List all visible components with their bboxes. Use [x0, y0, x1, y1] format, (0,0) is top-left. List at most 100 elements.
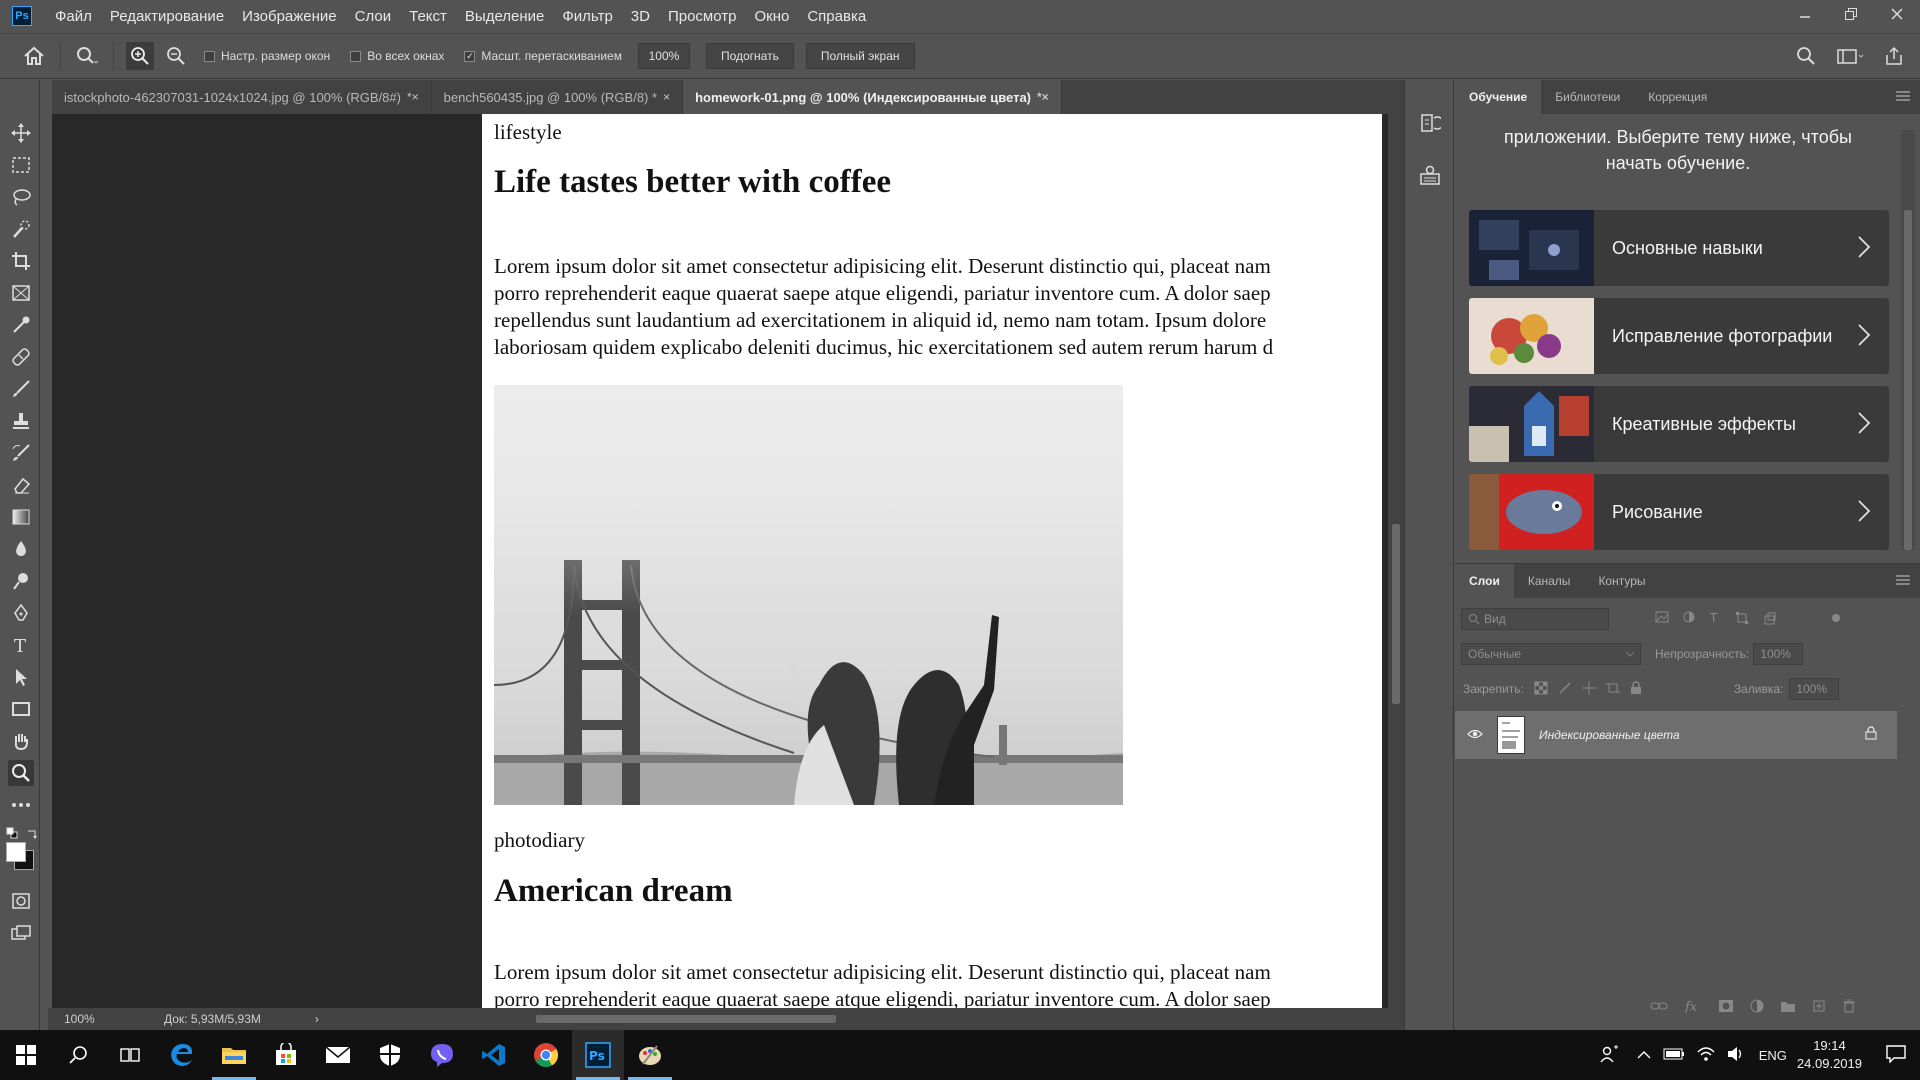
zoom-in-icon[interactable]	[126, 42, 154, 70]
search-icon[interactable]	[52, 1030, 104, 1080]
filter-pixel-icon[interactable]	[1655, 611, 1669, 628]
search-icon[interactable]	[1792, 42, 1820, 70]
document-canvas[interactable]: lifestyle Life tastes better with coffee…	[482, 114, 1382, 1008]
menu-window[interactable]: Окно	[745, 8, 798, 25]
visibility-eye-icon[interactable]	[1467, 726, 1483, 744]
scrollbar-thumb[interactable]	[536, 1015, 836, 1023]
lock-transparent-icon[interactable]	[1534, 681, 1548, 698]
swap-colors-icon[interactable]	[26, 826, 38, 844]
lock-pixels-icon[interactable]	[1558, 681, 1572, 698]
wifi-icon[interactable]	[1697, 1046, 1715, 1065]
blur-tool-icon[interactable]	[8, 536, 34, 562]
tab-channels[interactable]: Каналы	[1514, 564, 1585, 598]
tab-paths[interactable]: Контуры	[1584, 564, 1659, 598]
history-panel-icon[interactable]	[1419, 112, 1444, 139]
tab-close-icon[interactable]: ×	[663, 90, 670, 104]
tab-layers[interactable]: Слои	[1455, 564, 1514, 598]
clone-stamp-tool-icon[interactable]	[8, 408, 34, 434]
windows-start-icon[interactable]	[0, 1030, 52, 1080]
learn-panel-scrollbar[interactable]	[1901, 130, 1915, 550]
gradient-tool-icon[interactable]	[8, 504, 34, 530]
learn-card-basics[interactable]: Основные навыки	[1469, 210, 1889, 286]
history-brush-tool-icon[interactable]	[8, 440, 34, 466]
quick-mask-icon[interactable]	[8, 888, 34, 914]
file-explorer-icon[interactable]	[208, 1030, 260, 1080]
filter-type-icon[interactable]: T	[1709, 611, 1721, 628]
filter-shape-icon[interactable]	[1735, 611, 1749, 628]
workspace-icon[interactable]	[1836, 42, 1864, 70]
photoshop-logo-icon[interactable]: Ps	[12, 6, 32, 26]
canvas-area[interactable]: lifestyle Life tastes better with coffee…	[52, 114, 1388, 1008]
delete-layer-icon[interactable]	[1842, 999, 1856, 1018]
filter-adjustment-icon[interactable]	[1683, 611, 1695, 628]
type-tool-icon[interactable]: T	[8, 632, 34, 658]
zoom-value-field[interactable]: 100%	[637, 43, 690, 69]
marquee-tool-icon[interactable]	[8, 152, 34, 178]
path-selection-tool-icon[interactable]	[8, 664, 34, 690]
properties-panel-icon[interactable]	[1419, 164, 1441, 191]
clock[interactable]: 19:14 24.09.2019	[1797, 1037, 1862, 1073]
status-menu-arrow-icon[interactable]: ›	[315, 1012, 319, 1026]
fill-input[interactable]: 100%	[1789, 678, 1840, 700]
hand-tool-icon[interactable]	[8, 728, 34, 754]
fit-screen-button[interactable]: Подогнать	[705, 43, 794, 69]
all-windows-checkbox[interactable]: Во всех окнах	[350, 49, 444, 63]
crop-tool-icon[interactable]	[8, 248, 34, 274]
menu-image[interactable]: Изображение	[233, 8, 346, 25]
tab-homework[interactable]: homework-01.png @ 100% (Индексированные …	[683, 80, 1062, 114]
input-language[interactable]: ENG	[1759, 1048, 1787, 1063]
show-hidden-icons-icon[interactable]	[1637, 1048, 1651, 1063]
share-icon[interactable]	[1880, 42, 1908, 70]
adjustment-layer-icon[interactable]	[1750, 999, 1764, 1018]
lock-all-icon[interactable]	[1630, 680, 1642, 698]
foreground-color-swatch[interactable]	[6, 842, 26, 862]
menu-layers[interactable]: Слои	[346, 8, 400, 25]
people-icon[interactable]	[1599, 1044, 1619, 1067]
link-layers-icon[interactable]	[1650, 999, 1668, 1018]
add-mask-icon[interactable]	[1718, 999, 1734, 1018]
learn-card-photo-fix[interactable]: Исправление фотографии	[1469, 298, 1889, 374]
notifications-icon[interactable]	[1886, 1044, 1906, 1066]
scrollbar-thumb[interactable]	[1392, 524, 1400, 704]
restore-icon[interactable]	[1828, 0, 1874, 28]
close-icon[interactable]	[1874, 0, 1920, 28]
rectangle-tool-icon[interactable]	[8, 696, 34, 722]
menu-type[interactable]: Текст	[400, 8, 456, 25]
tab-istockphoto[interactable]: istockphoto-462307031-1024x1024.jpg @ 10…	[52, 80, 432, 114]
mail-icon[interactable]	[312, 1030, 364, 1080]
dodge-tool-icon[interactable]	[8, 568, 34, 594]
pen-tool-icon[interactable]	[8, 600, 34, 626]
home-icon[interactable]	[20, 42, 48, 70]
brush-tool-icon[interactable]	[8, 376, 34, 402]
screen-mode-icon[interactable]	[8, 920, 34, 946]
new-layer-icon[interactable]	[1812, 999, 1826, 1018]
windows-security-icon[interactable]	[364, 1030, 416, 1080]
vscode-icon[interactable]	[468, 1030, 520, 1080]
tab-close-icon[interactable]: *×	[1037, 90, 1049, 104]
blend-mode-select[interactable]: Обычные	[1461, 643, 1641, 665]
opacity-input[interactable]: 100%	[1753, 643, 1804, 665]
scrubby-zoom-checkbox[interactable]: ✓ Масшт. перетаскиванием	[464, 49, 622, 63]
microsoft-store-icon[interactable]	[260, 1030, 312, 1080]
status-zoom[interactable]: 100%	[64, 1012, 124, 1026]
zoom-tool-icon[interactable]	[73, 42, 101, 70]
filter-smart-object-icon[interactable]	[1763, 611, 1777, 628]
checkbox-box[interactable]	[350, 50, 362, 62]
new-group-icon[interactable]	[1780, 999, 1796, 1018]
menu-edit[interactable]: Редактирование	[101, 8, 233, 25]
layer-filter-select[interactable]: Вид	[1461, 608, 1609, 630]
learn-card-drawing[interactable]: Рисование	[1469, 474, 1889, 550]
move-tool-icon[interactable]	[8, 120, 34, 146]
battery-icon[interactable]	[1663, 1048, 1685, 1063]
zoom-tool-icon[interactable]	[8, 760, 34, 786]
tab-learn[interactable]: Обучение	[1455, 80, 1542, 114]
photoshop-taskbar-icon[interactable]: Ps	[572, 1030, 624, 1080]
chrome-icon[interactable]	[520, 1030, 572, 1080]
menu-3d[interactable]: 3D	[622, 8, 659, 25]
lasso-tool-icon[interactable]	[8, 184, 34, 210]
checkbox-box[interactable]	[204, 50, 215, 62]
menu-file[interactable]: Файл	[46, 8, 101, 25]
menu-filter[interactable]: Фильтр	[553, 8, 621, 25]
lock-position-icon[interactable]	[1581, 680, 1596, 698]
canvas-vertical-scrollbar[interactable]	[1388, 114, 1404, 1008]
